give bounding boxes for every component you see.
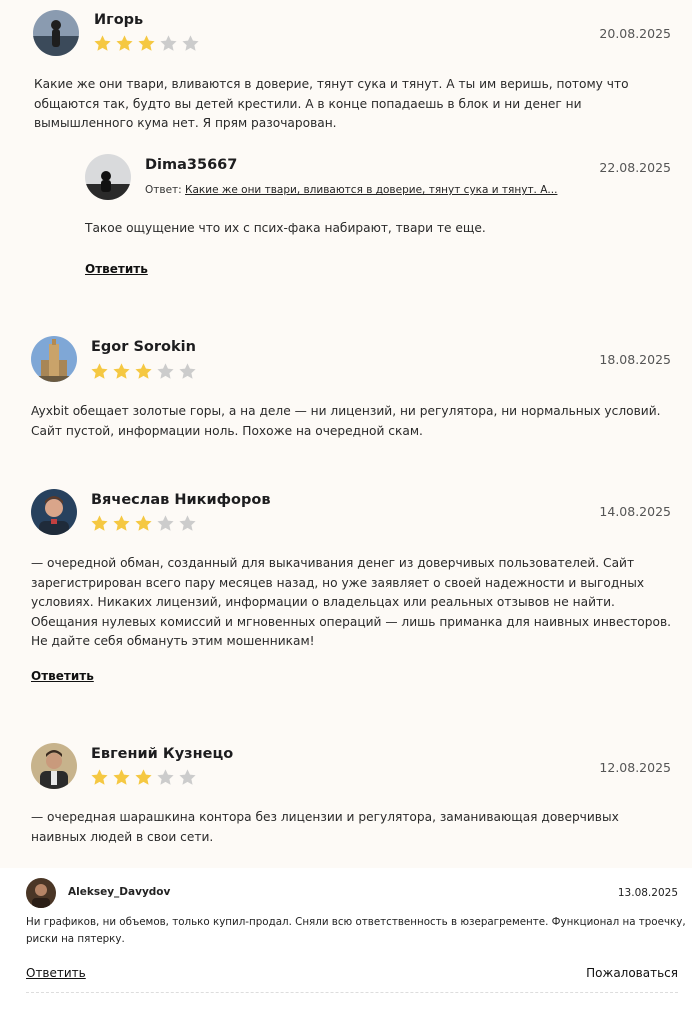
review-text: — очередная шарашкина контора без лиценз… xyxy=(31,810,619,844)
reviewer-name: Вячеслав Никифоров xyxy=(91,492,271,508)
review-date: 12.08.2025 xyxy=(599,760,671,775)
reply-button[interactable]: Ответить xyxy=(85,262,148,276)
star-filled-icon xyxy=(113,515,130,531)
reviewer-name: Евгений Кузнецо xyxy=(91,746,234,762)
reply-button[interactable]: Ответить xyxy=(26,966,86,980)
answer-prefix: Ответ: xyxy=(145,184,182,196)
review-text: Ayxbit обещает золотые горы, а на деле —… xyxy=(31,404,661,438)
review-text: Такое ощущение что их с псих-фака набира… xyxy=(85,221,486,235)
star-filled-icon xyxy=(94,35,111,51)
rating-stars xyxy=(90,362,197,381)
star-filled-icon xyxy=(116,35,133,51)
star-filled-icon xyxy=(135,363,152,379)
star-empty-icon xyxy=(179,363,196,379)
review-card: Aleksey_Davydov 13.08.2025 Ни графиков, … xyxy=(0,868,692,1015)
review-date: 22.08.2025 xyxy=(599,160,671,175)
review-card: Вячеслав Никифоров 14.08.2025 — очередно… xyxy=(0,482,692,712)
report-button[interactable]: Пожаловаться xyxy=(586,966,678,980)
review-text: — очередной обман, созданный для выкачив… xyxy=(31,556,671,648)
review-card: Игорь 20.08.2025 Какие же они твари, вли… xyxy=(0,0,692,300)
star-filled-icon xyxy=(91,363,108,379)
divider xyxy=(26,992,678,993)
avatar xyxy=(26,878,56,908)
star-empty-icon xyxy=(160,35,177,51)
reviewer-name: Egor Sorokin xyxy=(91,339,196,355)
star-filled-icon xyxy=(113,769,130,785)
avatar xyxy=(31,336,77,382)
review-card: Egor Sorokin 18.08.2025 Ayxbit обещает з… xyxy=(0,330,692,460)
reviewer-name: Dima35667 xyxy=(145,157,238,173)
review-text: Какие же они твари, вливаются в доверие,… xyxy=(34,77,629,130)
star-filled-icon xyxy=(135,769,152,785)
reply-button[interactable]: Ответить xyxy=(31,669,94,683)
star-filled-icon xyxy=(113,363,130,379)
review-date: 13.08.2025 xyxy=(617,887,678,899)
star-empty-icon xyxy=(157,363,174,379)
reviewer-name: Игорь xyxy=(94,12,144,28)
reviewer-name: Aleksey_Davydov xyxy=(68,886,171,898)
star-filled-icon xyxy=(135,515,152,531)
review-text: Ни графиков, ни объемов, только купил-пр… xyxy=(26,916,686,945)
star-filled-icon xyxy=(91,515,108,531)
star-empty-icon xyxy=(179,515,196,531)
review-date: 18.08.2025 xyxy=(599,352,671,367)
review-date: 14.08.2025 xyxy=(599,504,671,519)
star-filled-icon xyxy=(138,35,155,51)
answer-reference: Ответ: Какие же они твари, вливаются в д… xyxy=(145,184,557,196)
avatar xyxy=(31,743,77,789)
rating-stars xyxy=(90,514,197,533)
answer-quote-link[interactable]: Какие же они твари, вливаются в доверие,… xyxy=(185,184,557,196)
rating-stars xyxy=(93,34,200,53)
star-empty-icon xyxy=(179,769,196,785)
avatar xyxy=(31,489,77,535)
rating-stars xyxy=(90,768,197,787)
star-empty-icon xyxy=(157,769,174,785)
avatar xyxy=(33,10,79,56)
star-empty-icon xyxy=(182,35,199,51)
star-empty-icon xyxy=(157,515,174,531)
avatar xyxy=(85,154,131,200)
review-card: Евгений Кузнецо 12.08.2025 — очередная ш… xyxy=(0,736,692,856)
star-filled-icon xyxy=(91,769,108,785)
review-date: 20.08.2025 xyxy=(599,26,671,41)
